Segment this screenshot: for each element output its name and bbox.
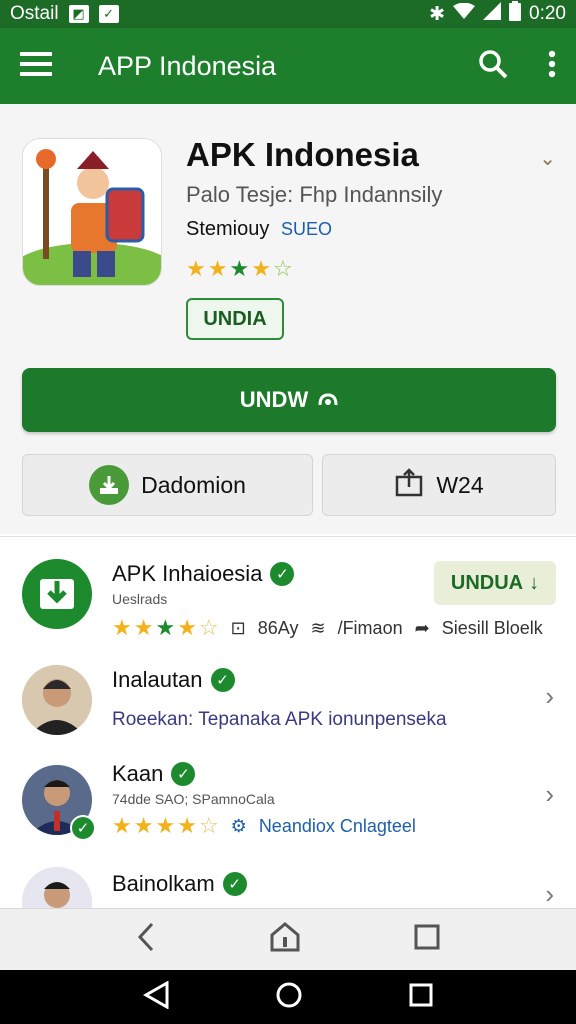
star-icon: ★ [133, 813, 154, 838]
verified-icon: ✓ [270, 562, 295, 586]
size-icon: ⊡ [230, 617, 246, 638]
list-item-meta-text: Neandiox Cnlagteel [258, 815, 416, 836]
list-item-title: APK Inhaioesia ✓ [112, 561, 295, 587]
chevron-right-icon[interactable]: › [545, 779, 554, 810]
category-chip[interactable]: UNDIA [186, 298, 284, 340]
bluetooth-icon: ✱ [429, 3, 446, 25]
chevron-down-icon[interactable]: ⌄ [539, 146, 556, 171]
carrier-label: Ostail [10, 3, 59, 24]
developer-row: Stemiouy SUEO [186, 218, 332, 241]
list-item-title-text: Bainolkam [112, 871, 215, 896]
wifi-icon [453, 2, 476, 25]
app-bar: APP Indonesia [0, 28, 576, 104]
cloud-icon [318, 387, 338, 413]
globe-icon: ⚙ [230, 815, 247, 836]
system-back-icon[interactable] [142, 979, 169, 1014]
download-icon [89, 465, 130, 505]
star-outline-icon: ☆ [198, 615, 219, 640]
star-icon: ★ [112, 615, 132, 640]
meta-tag: Siesill Bloelk [441, 617, 543, 638]
star-icon: ★ [155, 615, 176, 640]
download-main-label: UNDW [239, 387, 309, 412]
download-chip-button[interactable]: UNDUA ↓ [434, 561, 556, 605]
clock-label: 0:20 [529, 3, 566, 24]
list-item-sub: 74dde SAO; SPamnoCala [112, 791, 275, 807]
avatar [22, 665, 92, 735]
mail-icon: ✓ [98, 5, 119, 23]
battery-icon [509, 1, 522, 27]
star-icon: ★ [229, 256, 250, 281]
home-icon[interactable] [269, 921, 301, 958]
meta-source: /Fimaon [337, 617, 403, 638]
list-item[interactable]: APK Inhaioesia ✓ Ueslrads ★ ★ ★ ★ ☆ ⊡ 86… [0, 537, 576, 653]
download-chip-label: UNDUA [450, 571, 524, 594]
system-home-icon[interactable] [275, 981, 303, 1014]
list-item-title-text: Inalautan [112, 667, 203, 692]
verified-icon: ✓ [210, 668, 235, 692]
signal-icon [483, 2, 502, 26]
status-bar: Ostail ◩ ✓ ✱ 0:20 [0, 0, 576, 28]
list-item-meta: ★ ★ ★ ★ ☆ ⊡ 86Ay ≋ /Fimaon ➦ Siesill Blo… [112, 617, 543, 639]
star-outline-icon: ☆ [272, 256, 293, 281]
verified-icon: ✓ [171, 762, 196, 786]
app-subtitle: Palo Tesje: Fhp Indannsily [186, 182, 443, 207]
star-icon: ★ [177, 813, 197, 838]
star-icon: ★ [177, 615, 197, 640]
verified-icon: ✓ [222, 872, 247, 896]
list-item-sub: Ueslrads [112, 591, 168, 607]
developer-name[interactable]: Stemiouy [186, 218, 269, 240]
list-item[interactable]: ✓ Kaan ✓ 74dde SAO; SPamnoCala ★ ★ ★ ★ ☆… [0, 757, 576, 867]
star-icon: ★ [155, 813, 176, 838]
star-icon: ★ [207, 256, 228, 281]
app-rating-stars: ★ ★ ★ ★ ☆ [186, 258, 293, 280]
system-navigation [0, 970, 576, 1024]
more-vert-icon[interactable] [548, 50, 556, 83]
app-name: APK Indonesia [186, 136, 419, 173]
list-item[interactable]: Inalautan ✓ Roeekan: Tepanaka APK ionunp… [0, 653, 576, 757]
back-icon[interactable] [136, 922, 156, 957]
star-icon: ★ [133, 615, 154, 640]
download-secondary-label: Dadomion [141, 471, 246, 498]
chevron-right-icon[interactable]: › [545, 681, 554, 712]
image-icon: ◩ [68, 5, 89, 23]
verified-icon: ✓ [70, 815, 96, 841]
list-item-title: Kaan ✓ [112, 761, 196, 787]
list-item-desc: Roeekan: Tepanaka APK ionunpenseka [112, 709, 447, 730]
star-outline-icon: ☆ [198, 813, 219, 838]
in-app-navigation [0, 908, 576, 970]
star-icon: ★ [186, 256, 206, 281]
chevron-right-icon[interactable]: › [545, 879, 554, 908]
share-icon [394, 467, 424, 503]
fmaon-icon: ≋ [310, 617, 326, 638]
share-arrow-icon: ➦ [414, 617, 430, 638]
share-label: W24 [436, 471, 484, 498]
list-item-title-text: Kaan [112, 761, 164, 786]
download-main-button[interactable]: UNDW [22, 368, 556, 432]
system-recents-icon[interactable] [409, 983, 433, 1012]
meta-size: 86Ay [257, 617, 299, 638]
recents-icon[interactable] [414, 924, 440, 955]
star-icon: ★ [251, 256, 271, 281]
list-item-title: Bainolkam ✓ [112, 871, 247, 897]
rating-stars: ★ ★ ★ ★ ☆ [112, 815, 219, 837]
app-header-card: APK Indonesia Palo Tesje: Fhp Indannsily… [0, 104, 576, 534]
share-button[interactable]: W24 [322, 454, 556, 516]
list-item-title: Inalautan ✓ [112, 667, 235, 693]
list-item[interactable]: Bainolkam ✓ › [0, 867, 576, 908]
avatar [22, 867, 92, 908]
related-list: APK Inhaioesia ✓ Ueslrads ★ ★ ★ ★ ☆ ⊡ 86… [0, 536, 576, 908]
rating-stars: ★ ★ ★ ★ ☆ [112, 617, 219, 639]
download-secondary-button[interactable]: Dadomion [22, 454, 313, 516]
list-item-meta: ★ ★ ★ ★ ☆ ⚙ Neandiox Cnlagteel [112, 815, 416, 837]
star-icon: ★ [112, 813, 132, 838]
developer-tag: SUEO [280, 219, 332, 239]
app-icon [22, 138, 162, 286]
menu-icon[interactable] [20, 51, 52, 82]
download-app-icon [22, 559, 92, 629]
arrow-down-icon: ↓ [529, 571, 540, 594]
app-bar-title: APP Indonesia [98, 50, 277, 81]
search-icon[interactable] [478, 49, 508, 84]
list-item-title-text: APK Inhaioesia [112, 561, 263, 586]
